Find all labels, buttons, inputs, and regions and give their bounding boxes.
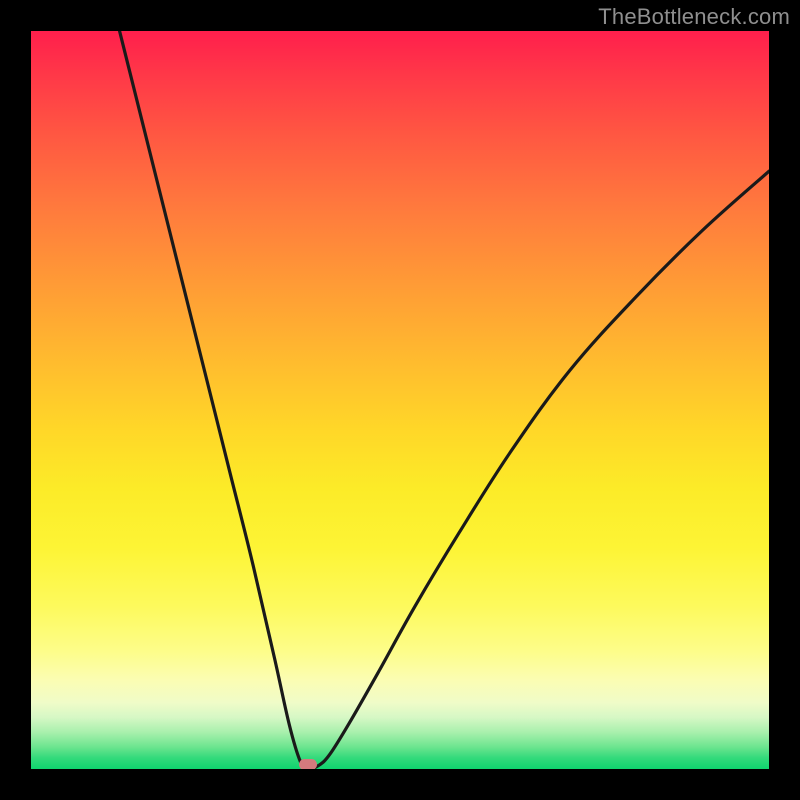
optimal-point-marker	[299, 759, 317, 769]
bottleneck-curve	[31, 31, 769, 769]
chart-frame: TheBottleneck.com	[0, 0, 800, 800]
plot-area	[31, 31, 769, 769]
watermark-text: TheBottleneck.com	[598, 4, 790, 30]
